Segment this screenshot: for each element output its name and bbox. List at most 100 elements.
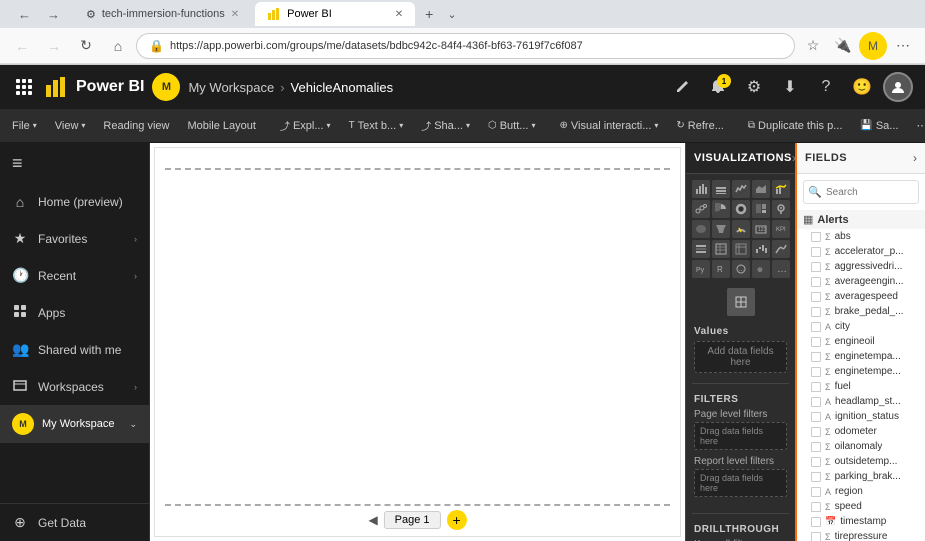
viz-matrix[interactable] (732, 240, 750, 258)
notifications-button[interactable]: 1 (703, 72, 733, 102)
field-aggressivedri-checkbox[interactable] (811, 262, 821, 272)
sidebar-item-workspaces[interactable]: Workspaces › (0, 368, 149, 405)
tab1-close[interactable]: ✕ (231, 9, 239, 20)
field-engineoil-checkbox[interactable] (811, 337, 821, 347)
field-region-checkbox[interactable] (811, 487, 821, 497)
canvas-area[interactable]: ◀ Page 1 + (154, 147, 681, 537)
viz-slicer[interactable] (692, 240, 710, 258)
page-nav-left[interactable]: ◀ (368, 513, 377, 527)
add-page-button[interactable]: + (447, 510, 467, 530)
field-oilanomaly-checkbox[interactable] (811, 442, 821, 452)
field-oilanomaly[interactable]: Σ oilanomaly (797, 439, 925, 454)
viz-line-chart[interactable] (732, 180, 750, 198)
toolbar-view[interactable]: View ▾ (47, 116, 94, 136)
field-enginetempe[interactable]: Σ enginetempe... (797, 364, 925, 379)
field-parkingbrak[interactable]: Σ parking_brak... (797, 469, 925, 484)
browser-tab-1[interactable]: ⚙ tech-immersion-functions ✕ (74, 2, 251, 26)
profile-button[interactable]: M (859, 32, 887, 60)
field-city-checkbox[interactable] (811, 322, 821, 332)
viz-donut-chart[interactable] (732, 200, 750, 218)
refresh-button[interactable]: ↻ (72, 32, 100, 60)
sidebar-item-shared[interactable]: 👥 Shared with me (0, 331, 149, 368)
back-button[interactable]: ← (8, 32, 36, 60)
page-tab-1[interactable]: Page 1 (384, 511, 441, 529)
field-accelerator[interactable]: Σ accelerator_p... (797, 244, 925, 259)
toolbar-more[interactable]: ⋯ (908, 115, 925, 136)
viz-values-drop[interactable]: Add data fields here (694, 341, 787, 373)
sidebar-item-getdata[interactable]: ⊕ Get Data (0, 503, 149, 541)
field-timestamp-checkbox[interactable] (811, 517, 821, 527)
field-abs[interactable]: Σ abs (797, 229, 925, 244)
viz-treemap[interactable] (752, 200, 770, 218)
field-headlamp-checkbox[interactable] (811, 397, 821, 407)
viz-area-chart[interactable] (752, 180, 770, 198)
viz-filled-map[interactable] (692, 220, 710, 238)
more-button[interactable]: ⋯ (889, 32, 917, 60)
help-button[interactable]: ? (811, 72, 841, 102)
viz-table[interactable] (712, 240, 730, 258)
user-avatar[interactable]: M (152, 73, 180, 101)
fields-panel-chevron[interactable]: › (913, 151, 917, 165)
field-averagespeed-checkbox[interactable] (811, 292, 821, 302)
field-averageengin[interactable]: Σ averageengin... (797, 274, 925, 289)
bookmark-button[interactable]: ☆ (799, 32, 827, 60)
toolbar-reading-view[interactable]: Reading view (95, 116, 177, 136)
viz-r[interactable]: R (712, 260, 730, 278)
field-enginetempa-checkbox[interactable] (811, 352, 821, 362)
field-accelerator-checkbox[interactable] (811, 247, 821, 257)
fields-table-header-alerts[interactable]: ▦ Alerts (797, 210, 925, 229)
field-engineoil[interactable]: Σ engineoil (797, 334, 925, 349)
viz-ribbon[interactable] (772, 240, 790, 258)
sidebar-item-recent[interactable]: 🕐 Recent › (0, 257, 149, 294)
toolbar-mobile-layout[interactable]: Mobile Layout (179, 116, 264, 136)
field-region[interactable]: A region (797, 484, 925, 499)
field-fuel-checkbox[interactable] (811, 382, 821, 392)
field-aggressivedri[interactable]: Σ aggressivedri... (797, 259, 925, 274)
sidebar-item-favorites[interactable]: ★ Favorites › (0, 220, 149, 257)
waffle-menu[interactable] (12, 75, 36, 99)
toolbar-duplicate[interactable]: ⧉ Duplicate this p... (740, 116, 851, 136)
forward-button[interactable]: → (40, 32, 68, 60)
smiley-button[interactable]: 🙂 (847, 72, 877, 102)
viz-bar-chart[interactable] (692, 180, 710, 198)
viz-gauge[interactable] (732, 220, 750, 238)
field-averagespeed[interactable]: Σ averagespeed (797, 289, 925, 304)
extension-button[interactable]: 🔌 (829, 32, 857, 60)
viz-scatter-chart[interactable] (692, 200, 710, 218)
report-filter-drop[interactable]: Drag data fields here (694, 469, 787, 497)
viz-col-chart[interactable] (712, 180, 730, 198)
nav-forward[interactable]: → (41, 7, 66, 22)
new-tab-button[interactable]: + (419, 6, 439, 22)
field-averageengin-checkbox[interactable] (811, 277, 821, 287)
settings-button[interactable]: ⚙ (739, 72, 769, 102)
field-abs-checkbox[interactable] (811, 232, 821, 242)
page-filter-drop[interactable]: Drag data fields here (694, 422, 787, 450)
field-speed-checkbox[interactable] (811, 502, 821, 512)
viz-waterfall[interactable] (752, 240, 770, 258)
field-brakepedal[interactable]: Σ brake_pedal_... (797, 304, 925, 319)
toolbar-visual-interact[interactable]: ⊕ Visual interacti... ▾ (551, 116, 666, 136)
field-speed[interactable]: Σ speed (797, 499, 925, 514)
field-parkingbrak-checkbox[interactable] (811, 472, 821, 482)
field-ignition-checkbox[interactable] (811, 412, 821, 422)
viz-map[interactable] (772, 200, 790, 218)
viz-kpi[interactable]: KPI (772, 220, 790, 238)
field-tirepressure[interactable]: Σ tirepressure (797, 529, 925, 541)
field-outsidetemp-checkbox[interactable] (811, 457, 821, 467)
toolbar-save[interactable]: 💾 Sa... (852, 116, 906, 136)
field-city[interactable]: A city (797, 319, 925, 334)
field-odometer-checkbox[interactable] (811, 427, 821, 437)
toolbar-file[interactable]: File ▾ (4, 116, 45, 136)
toolbar-share[interactable]: ⤴ Sha... ▾ (413, 114, 478, 137)
viz-combo-chart[interactable] (772, 180, 790, 198)
address-bar[interactable]: 🔒 https://app.powerbi.com/groups/me/data… (136, 33, 795, 59)
home-button[interactable]: ⌂ (104, 32, 132, 60)
viz-custom2[interactable]: ⊕ (752, 260, 770, 278)
toolbar-explore[interactable]: ⤴ Expl... ▾ (272, 114, 339, 137)
field-brakepedal-checkbox[interactable] (811, 307, 821, 317)
sidebar-item-apps[interactable]: Apps (0, 294, 149, 331)
edit-button[interactable] (667, 72, 697, 102)
field-headlamp[interactable]: A headlamp_st... (797, 394, 925, 409)
field-timestamp[interactable]: 📅 timestamp (797, 514, 925, 529)
toolbar-textbox[interactable]: T Text b... ▾ (341, 116, 412, 136)
